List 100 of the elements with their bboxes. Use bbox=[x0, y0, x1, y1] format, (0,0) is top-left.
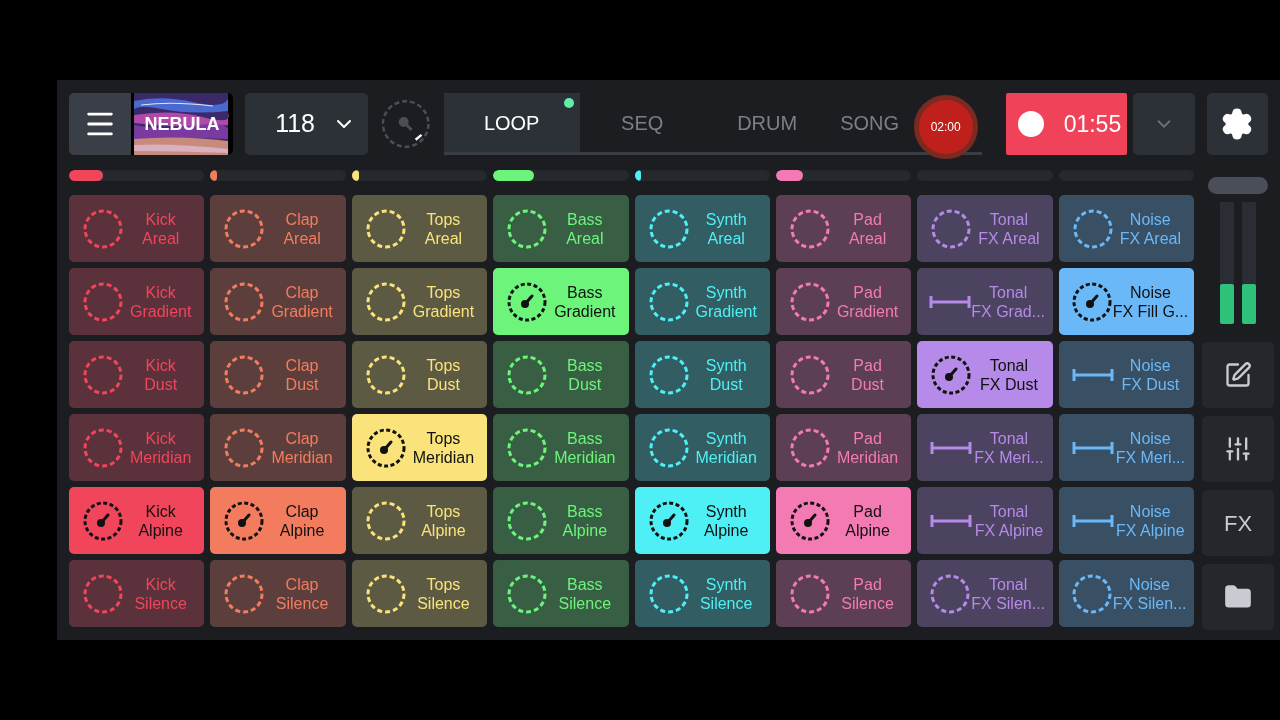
sample-pad[interactable]: Pad Areal bbox=[775, 195, 912, 262]
pad-name: Tonal bbox=[989, 428, 1029, 448]
pad-sample: FX Areal bbox=[1119, 228, 1181, 248]
sample-pad[interactable]: Synth Alpine bbox=[634, 487, 770, 554]
sample-pad[interactable]: Tonal FX Dust bbox=[917, 341, 1053, 408]
sample-pad[interactable]: Kick Areal bbox=[69, 195, 205, 262]
one-shot-icon bbox=[930, 513, 973, 528]
sample-pad[interactable]: Tonal FX Meri... bbox=[917, 414, 1053, 481]
sample-pad[interactable]: Tops Meridian bbox=[351, 414, 488, 481]
mode-tab[interactable]: DRUM bbox=[704, 93, 830, 152]
sample-pad[interactable]: Clap Silence bbox=[210, 560, 346, 627]
pad-sample: Areal bbox=[283, 228, 321, 248]
loop-circle-icon bbox=[647, 207, 690, 250]
sample-pad[interactable]: Bass Alpine bbox=[493, 487, 629, 554]
sample-pad[interactable]: Pad Dust bbox=[775, 341, 912, 408]
sample-pad[interactable]: Noise FX Dust bbox=[1058, 341, 1194, 408]
sample-pad[interactable]: Tops Dust bbox=[351, 341, 488, 408]
sample-pad[interactable]: Clap Alpine bbox=[210, 487, 346, 554]
one-shot-icon bbox=[1071, 513, 1114, 528]
pad-name: Tops bbox=[426, 574, 461, 594]
pad-sample: FX Fill G... bbox=[1112, 301, 1189, 321]
pad-name: Synth bbox=[705, 574, 747, 594]
settings-button[interactable] bbox=[1206, 93, 1268, 155]
edit-button[interactable] bbox=[1202, 342, 1274, 408]
song-position-marker: 02:00 bbox=[913, 95, 978, 159]
pad-name: Tonal bbox=[989, 501, 1029, 521]
sample-pad[interactable]: Pad Gradient bbox=[775, 268, 912, 335]
sample-pad[interactable]: Bass Dust bbox=[493, 341, 629, 408]
sample-pad[interactable]: Tonal FX Grad... bbox=[917, 268, 1053, 335]
sample-pad[interactable]: Bass Meridian bbox=[493, 414, 629, 481]
folder-button[interactable] bbox=[1202, 564, 1274, 630]
sample-pad[interactable]: Bass Silence bbox=[493, 560, 629, 627]
pad-name: Noise bbox=[1129, 501, 1171, 521]
pad-name: Kick bbox=[145, 574, 176, 594]
sample-pad[interactable]: Bass Gradient bbox=[493, 268, 629, 335]
sample-pad[interactable]: Noise FX Alpine bbox=[1058, 487, 1194, 554]
mixer-button[interactable] bbox=[1202, 416, 1274, 482]
pad-sample: Silence bbox=[558, 593, 612, 613]
sample-pad[interactable]: Pad Alpine bbox=[775, 487, 912, 554]
pad-name: Noise bbox=[1129, 574, 1170, 594]
loop-circle-icon bbox=[82, 353, 124, 396]
pad-sample: Alpine bbox=[703, 520, 749, 540]
bpm-selector[interactable]: 118 bbox=[245, 93, 369, 155]
sample-pad[interactable]: Tops Alpine bbox=[351, 487, 488, 554]
sample-pad[interactable]: Synth Areal bbox=[634, 195, 770, 262]
pad-name: Kick bbox=[145, 428, 176, 448]
edit-icon bbox=[1224, 361, 1252, 389]
sample-pad[interactable]: Synth Dust bbox=[634, 341, 770, 408]
pad-name: Pad bbox=[853, 428, 882, 448]
sample-pad[interactable]: Tops Silence bbox=[351, 560, 488, 627]
loop-circle-icon bbox=[647, 426, 690, 469]
loop-circle-icon bbox=[364, 572, 407, 615]
pad-name: Synth bbox=[705, 282, 747, 302]
sample-pad[interactable]: Clap Areal bbox=[210, 195, 346, 262]
sample-pad[interactable]: Tonal FX Silen... bbox=[917, 560, 1053, 627]
sample-pad[interactable]: Noise FX Silen... bbox=[1058, 560, 1194, 627]
pad-sample: FX Alpine bbox=[1116, 520, 1185, 540]
pad-name: Pad bbox=[853, 574, 882, 594]
loop-circle-icon bbox=[647, 353, 690, 396]
sample-pad[interactable]: Kick Alpine bbox=[69, 487, 205, 554]
pad-sample: Dust bbox=[144, 374, 178, 394]
sample-pad[interactable]: Clap Dust bbox=[210, 341, 346, 408]
pad-name: Tops bbox=[426, 501, 461, 521]
pad-sample: Dust bbox=[285, 374, 319, 394]
sample-pad[interactable]: Noise FX Areal bbox=[1058, 195, 1194, 262]
sample-pad[interactable]: Tonal FX Areal bbox=[917, 195, 1053, 262]
record-icon bbox=[1017, 111, 1044, 137]
pad-sample: Silence bbox=[134, 593, 187, 613]
sample-pad[interactable]: Synth Gradient bbox=[634, 268, 770, 335]
sample-pad[interactable]: Pad Silence bbox=[775, 560, 912, 627]
sample-pad[interactable]: Bass Areal bbox=[493, 195, 629, 262]
pad-name: Tops bbox=[426, 209, 461, 229]
sample-pad[interactable]: Tops Gradient bbox=[351, 268, 488, 335]
pad-name: Kick bbox=[145, 355, 176, 375]
sample-pad[interactable]: Kick Silence bbox=[69, 560, 205, 627]
mode-tab[interactable]: SEQ bbox=[579, 93, 705, 152]
sample-pad[interactable]: Tops Areal bbox=[351, 195, 488, 262]
sample-pad[interactable]: Clap Gradient bbox=[210, 268, 346, 335]
record-button[interactable]: 01:55 bbox=[1005, 93, 1128, 155]
mode-tab[interactable]: SONG bbox=[829, 93, 910, 152]
sample-pad[interactable]: Clap Meridian bbox=[210, 414, 346, 481]
sample-pad[interactable]: Kick Dust bbox=[69, 341, 205, 408]
pad-name: Synth bbox=[705, 209, 747, 229]
master-volume-handle[interactable] bbox=[1208, 177, 1268, 194]
sample-pad[interactable]: Noise FX Fill G... bbox=[1058, 268, 1194, 335]
loop-circle-icon bbox=[788, 207, 831, 250]
mode-tab[interactable]: LOOP bbox=[443, 93, 580, 152]
one-shot-icon bbox=[1071, 440, 1114, 455]
pad-name: Bass bbox=[567, 355, 603, 375]
sample-pad[interactable]: Kick Gradient bbox=[69, 268, 205, 335]
sample-pad[interactable]: Synth Silence bbox=[634, 560, 770, 627]
fx-button[interactable]: FX bbox=[1202, 490, 1274, 556]
sample-pad[interactable]: Kick Meridian bbox=[69, 414, 205, 481]
sample-pad[interactable]: Pad Meridian bbox=[775, 414, 912, 481]
sample-pad[interactable]: Noise FX Meri... bbox=[1058, 414, 1194, 481]
sample-pad[interactable]: Synth Meridian bbox=[634, 414, 770, 481]
pad-sample: Meridian bbox=[130, 447, 192, 467]
sample-pad[interactable]: Tonal FX Alpine bbox=[917, 487, 1053, 554]
pad-name: Noise bbox=[1129, 355, 1171, 375]
pad-sample: FX Meri... bbox=[974, 447, 1044, 467]
